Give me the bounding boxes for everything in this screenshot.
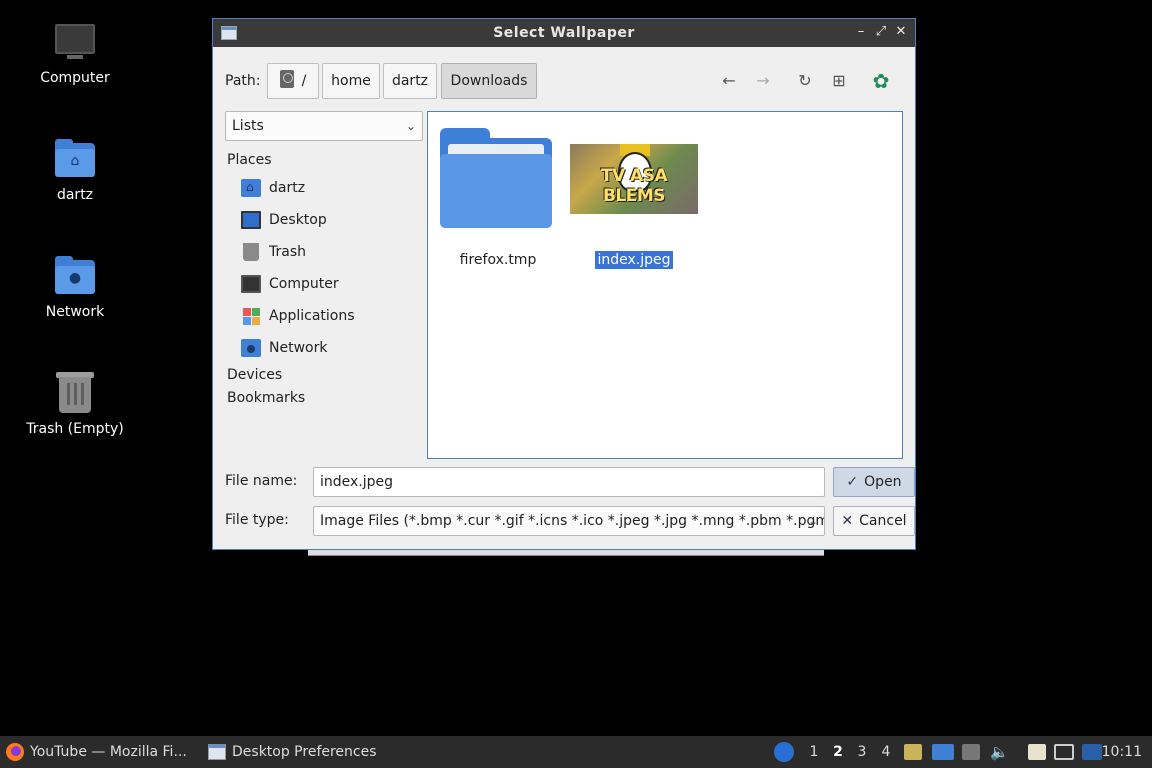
file-name-label: File name: bbox=[225, 473, 298, 489]
lxqt-logo-icon[interactable] bbox=[774, 742, 794, 762]
computer-icon bbox=[53, 20, 97, 64]
reload-icon[interactable]: ↻ bbox=[795, 71, 815, 91]
minimize-button[interactable]: – bbox=[853, 24, 869, 40]
place-dartz[interactable]: dartz bbox=[225, 171, 425, 204]
crumb-home[interactable]: home bbox=[322, 63, 380, 99]
dialog-title: Select Wallpaper bbox=[493, 25, 635, 41]
file-item-image[interactable]: TV ASA BLEMS index.jpeg bbox=[564, 112, 704, 272]
place-network[interactable]: Network bbox=[225, 332, 425, 364]
bookmarks-heading[interactable]: Bookmarks bbox=[225, 387, 425, 410]
notes-icon[interactable] bbox=[904, 744, 922, 760]
workspace-2[interactable]: 2 bbox=[828, 736, 848, 768]
volume-icon[interactable]: 🔈 bbox=[990, 744, 1010, 760]
x-icon: ✕ bbox=[841, 513, 854, 529]
file-name-label-selected: index.jpeg bbox=[595, 251, 673, 269]
back-arrow-icon[interactable]: ← bbox=[719, 71, 739, 91]
maximize-button[interactable]: ⤢ bbox=[873, 24, 889, 40]
image-thumbnail: TV ASA BLEMS bbox=[570, 144, 698, 214]
new-folder-icon[interactable]: ⊞ bbox=[829, 71, 849, 91]
workspace-1[interactable]: 1 bbox=[804, 736, 824, 768]
place-trash[interactable]: Trash bbox=[225, 236, 425, 268]
forward-arrow-icon[interactable]: → bbox=[753, 71, 773, 91]
settings-gear-icon[interactable]: ✿ bbox=[871, 71, 891, 91]
taskbar: YouTube — Mozilla Fi... Desktop Preferen… bbox=[0, 736, 1152, 768]
select-wallpaper-dialog: Select Wallpaper – ⤢ ✕ Path: / home dart… bbox=[212, 18, 916, 550]
network-folder-icon: ● bbox=[53, 254, 97, 298]
cancel-button[interactable]: ✕ Cancel bbox=[833, 506, 915, 536]
open-button[interactable]: ✓ Open bbox=[833, 467, 915, 497]
trash-icon bbox=[53, 371, 97, 415]
close-button[interactable]: ✕ bbox=[893, 24, 909, 40]
place-applications[interactable]: Applications bbox=[225, 300, 425, 332]
path-label: Path: bbox=[225, 73, 261, 89]
task-firefox[interactable]: YouTube — Mozilla Fi... bbox=[0, 736, 200, 768]
places-heading[interactable]: Places bbox=[225, 149, 425, 172]
titlebar[interactable]: Select Wallpaper – ⤢ ✕ bbox=[213, 19, 915, 47]
clock[interactable]: 10:11 bbox=[1102, 736, 1142, 768]
desktop-icon-label: Trash (Empty) bbox=[26, 421, 124, 437]
file-type-select[interactable]: Image Files (*.bmp *.cur *.gif *.icns *.… bbox=[313, 506, 825, 536]
file-view[interactable]: firefox.tmp TV ASA BLEMS index.jpeg bbox=[427, 111, 903, 459]
chevron-down-icon: ⌄ bbox=[807, 514, 818, 528]
window-icon bbox=[208, 744, 226, 760]
trash-icon bbox=[243, 243, 259, 261]
network-monitor-icon[interactable] bbox=[1054, 744, 1074, 760]
file-name-input[interactable]: index.jpeg bbox=[313, 467, 825, 497]
place-computer[interactable]: Computer bbox=[225, 268, 425, 300]
drive-icon bbox=[279, 70, 294, 88]
applications-icon bbox=[241, 307, 261, 325]
folder-icon bbox=[440, 128, 552, 228]
crumb-dartz[interactable]: dartz bbox=[383, 63, 437, 99]
crumb-downloads[interactable]: Downloads bbox=[441, 63, 537, 99]
desktop-icon bbox=[241, 211, 261, 229]
update-notifier-icon[interactable] bbox=[1082, 744, 1102, 760]
file-type-row: File type: Image Files (*.bmp *.cur *.gi… bbox=[225, 506, 915, 536]
desktop-icon-network[interactable]: ● Network bbox=[15, 254, 135, 320]
place-desktop[interactable]: Desktop bbox=[225, 204, 425, 236]
file-item-folder[interactable]: firefox.tmp bbox=[428, 112, 568, 272]
file-name-row: File name: index.jpeg ✓ Open bbox=[225, 467, 915, 497]
workspace-4[interactable]: 4 bbox=[876, 736, 896, 768]
desktop-icon-label: Computer bbox=[40, 70, 110, 86]
network-folder-icon bbox=[241, 339, 261, 357]
computer-icon bbox=[241, 275, 261, 293]
background-window-edge bbox=[308, 550, 824, 556]
path-bar: Path: / home dartz Downloads ← → ↻ ⊞ ✿ bbox=[223, 63, 913, 99]
checkmark-icon: ✓ bbox=[846, 474, 859, 490]
file-name-label: firefox.tmp bbox=[459, 252, 537, 268]
desktop-icon-dartz[interactable]: ⌂ dartz bbox=[15, 137, 135, 203]
firefox-icon bbox=[6, 743, 24, 761]
file-type-label: File type: bbox=[225, 512, 289, 528]
clipboard-icon[interactable] bbox=[1028, 744, 1046, 760]
crumb-root[interactable]: / bbox=[267, 63, 319, 99]
desktop-icon-label: Network bbox=[45, 304, 105, 320]
devices-heading[interactable]: Devices bbox=[225, 364, 425, 387]
desktop-icon-computer[interactable]: Computer bbox=[15, 20, 135, 86]
home-folder-icon bbox=[241, 171, 261, 203]
task-desktop-preferences[interactable]: Desktop Preferences bbox=[202, 736, 392, 768]
desktop-icon-trash[interactable]: Trash (Empty) bbox=[15, 371, 135, 437]
workspace-3[interactable]: 3 bbox=[852, 736, 872, 768]
show-desktop-icon[interactable] bbox=[932, 744, 954, 760]
desktop-icon-label: dartz bbox=[56, 187, 94, 203]
chevron-down-icon: ⌄ bbox=[405, 119, 416, 133]
home-folder-icon: ⌂ bbox=[53, 137, 97, 181]
eject-icon[interactable] bbox=[962, 744, 980, 760]
places-sidebar: Places dartz Desktop Trash Computer Appl… bbox=[225, 149, 425, 410]
view-mode-select[interactable]: Lists ⌄ bbox=[225, 111, 423, 141]
